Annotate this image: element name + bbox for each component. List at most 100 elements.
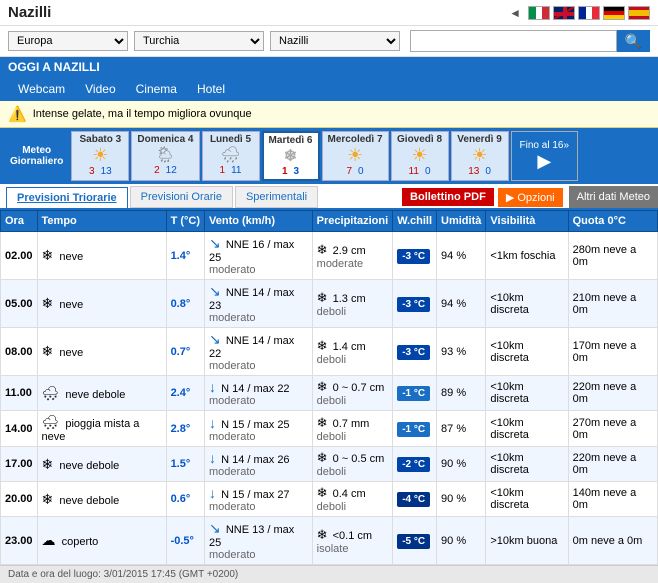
table-row: 08.00 ❄ neve 0.7° ↘ NNE 14 / max 22 mode… — [1, 328, 658, 376]
cell-temp: 2.4° — [166, 376, 204, 411]
cell-precip: ❄ 1.4 cm deboli — [312, 328, 393, 376]
cell-ora: 02.00 — [1, 232, 38, 280]
cell-ora: 17.00 — [1, 447, 38, 482]
country-select[interactable]: Turchia — [134, 31, 264, 51]
cell-quota: 220m neve a 0m — [568, 376, 657, 411]
cell-tempo: 🌨 pioggia mista a neve — [37, 411, 166, 447]
cell-temp: 0.8° — [166, 280, 204, 328]
col-umid: Umidità — [437, 211, 486, 232]
cell-quota: 170m neve a 0m — [568, 328, 657, 376]
day-item-4[interactable]: Mercoledì 7 ☀ 70 — [322, 131, 389, 181]
flag-fr[interactable] — [578, 6, 600, 20]
flag-it[interactable] — [528, 6, 550, 20]
cell-umid: 94 % — [437, 280, 486, 328]
search-box: 🔍 — [410, 30, 650, 52]
cell-quota: 220m neve a 0m — [568, 447, 657, 482]
table-row: 17.00 ❄ neve debole 1.5° ↓ N 14 / max 26… — [1, 447, 658, 482]
cell-temp: 0.6° — [166, 482, 204, 517]
cell-precip: ❄ 0 ~ 0.7 cm deboli — [312, 376, 393, 411]
cell-umid: 90 % — [437, 482, 486, 517]
flag-gb[interactable] — [553, 6, 575, 20]
cell-umid: 90 % — [437, 447, 486, 482]
col-precip: Precipitazioni — [312, 211, 393, 232]
day-selector: MeteoGiornaliero Sabato 3 ☀ 313 Domenica… — [0, 128, 658, 184]
cell-visib: <1km foschia — [486, 232, 568, 280]
sub-nav-hotel[interactable]: Hotel — [187, 77, 235, 101]
cell-precip: ❄ <0.1 cm isolate — [312, 517, 393, 565]
cell-visib: <10km discreta — [486, 376, 568, 411]
cell-vento: ↓ N 14 / max 22 moderato — [205, 376, 313, 411]
cell-tempo: ❄ neve debole — [37, 447, 166, 482]
cell-quota: 210m neve a 0m — [568, 280, 657, 328]
footer-bar: Data e ora del luogo: 3/01/2015 17:45 (G… — [0, 565, 658, 583]
cell-temp: 1.4° — [166, 232, 204, 280]
nav-row: Europa Turchia Nazilli 🔍 — [0, 26, 658, 57]
cell-tempo: 🌨 neve debole — [37, 376, 166, 411]
region-select[interactable]: Europa — [8, 31, 128, 51]
cell-ora: 14.00 — [1, 411, 38, 447]
table-row: 20.00 ❄ neve debole 0.6° ↓ N 15 / max 27… — [1, 482, 658, 517]
cell-vento: ↘ NNE 14 / max 22 moderato — [205, 328, 313, 376]
alert-bar: ⚠️ Intense gelate, ma il tempo migliora … — [0, 101, 658, 128]
cell-quota: 140m neve a 0m — [568, 482, 657, 517]
sub-nav-video[interactable]: Video — [75, 77, 125, 101]
search-button[interactable]: 🔍 — [617, 30, 650, 52]
btn-pdf[interactable]: Bollettino PDF — [402, 188, 494, 206]
day-item-6[interactable]: Venerdì 9 ☀ 130 — [451, 131, 509, 181]
header: Nazilli ◄ — [0, 0, 658, 26]
search-input[interactable] — [410, 30, 617, 52]
cell-precip: ❄ 0.4 cm deboli — [312, 482, 393, 517]
cell-wchill: -2 °C — [393, 447, 437, 482]
cell-wchill: -5 °C — [393, 517, 437, 565]
day-next[interactable]: Fino al 16» ▶ — [511, 131, 578, 181]
tab-orarie[interactable]: Previsioni Orarie — [130, 186, 233, 208]
day-item-5[interactable]: Giovedì 8 ☀ 110 — [391, 131, 449, 181]
btn-opzioni[interactable]: ▶ Opzioni — [498, 188, 563, 207]
footer-text: Data e ora del luogo: 3/01/2015 17:45 (G… — [8, 569, 238, 580]
cell-wchill: -3 °C — [393, 328, 437, 376]
cell-visib: <10km discreta — [486, 482, 568, 517]
cell-visib: <10km discreta — [486, 447, 568, 482]
cell-ora: 05.00 — [1, 280, 38, 328]
day-item-2[interactable]: Lunedì 5 🌧 111 — [202, 131, 260, 181]
tab-sperimentali[interactable]: Sperimentali — [235, 186, 318, 208]
cell-temp: 2.8° — [166, 411, 204, 447]
tab-triorarie[interactable]: Previsioni Triorarie — [6, 187, 128, 208]
cell-ora: 11.00 — [1, 376, 38, 411]
cell-umid: 90 % — [437, 517, 486, 565]
day-item-1[interactable]: Domenica 4 🌦 212 — [131, 131, 199, 181]
cell-precip: ❄ 1.3 cm deboli — [312, 280, 393, 328]
weather-table: Ora Tempo T (°C) Vento (km/h) Precipitaz… — [0, 210, 658, 565]
cell-visib: <10km discreta — [486, 328, 568, 376]
cell-ora: 20.00 — [1, 482, 38, 517]
cell-visib: <10km discreta — [486, 411, 568, 447]
cell-umid: 87 % — [437, 411, 486, 447]
alert-text: Intense gelate, ma il tempo migliora ovu… — [33, 108, 252, 120]
cell-ora: 08.00 — [1, 328, 38, 376]
cell-umid: 89 % — [437, 376, 486, 411]
cell-vento: ↘ NNE 13 / max 25 moderato — [205, 517, 313, 565]
cell-tempo: ❄ neve — [37, 280, 166, 328]
cell-quota: 0m neve a 0m — [568, 517, 657, 565]
cell-wchill: -3 °C — [393, 280, 437, 328]
cell-quota: 280m neve a 0m — [568, 232, 657, 280]
col-temp: T (°C) — [166, 211, 204, 232]
cell-temp: 0.7° — [166, 328, 204, 376]
city-select[interactable]: Nazilli — [270, 31, 400, 51]
table-row: 05.00 ❄ neve 0.8° ↘ NNE 14 / max 23 mode… — [1, 280, 658, 328]
cell-wchill: -3 °C — [393, 232, 437, 280]
day-item-0[interactable]: Sabato 3 ☀ 313 — [71, 131, 129, 181]
cell-wchill: -1 °C — [393, 411, 437, 447]
cell-precip: ❄ 0.7 mm deboli — [312, 411, 393, 447]
flag-es[interactable] — [628, 6, 650, 20]
btn-altri-dati[interactable]: Altri dati Meteo — [569, 186, 658, 208]
site-title: Nazilli — [8, 4, 51, 21]
sub-nav-webcam[interactable]: Webcam — [8, 77, 75, 101]
alert-icon: ⚠️ — [8, 105, 27, 123]
flag-de[interactable] — [603, 6, 625, 20]
tabs-row: Previsioni Triorarie Previsioni Orarie S… — [0, 184, 658, 210]
cell-vento: ↓ N 15 / max 27 moderato — [205, 482, 313, 517]
day-item-3-active[interactable]: Martedì 6 ❄ 13 — [262, 131, 320, 181]
cell-temp: 1.5° — [166, 447, 204, 482]
sub-nav-cinema[interactable]: Cinema — [126, 77, 187, 101]
